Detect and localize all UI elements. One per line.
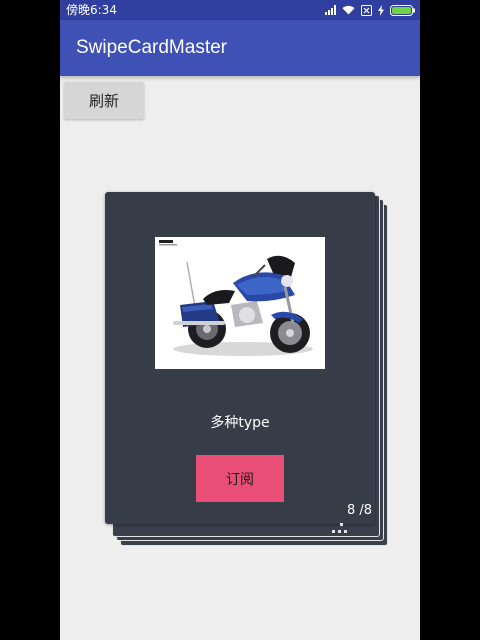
swipe-card[interactable]: 多种type 订阅	[105, 192, 375, 524]
sim-icon	[361, 4, 372, 16]
app-title: SwipeCardMaster	[76, 37, 227, 58]
wifi-icon	[342, 5, 355, 15]
motorcycle-image	[155, 237, 325, 369]
charging-icon	[378, 4, 384, 16]
status-icons	[325, 3, 416, 17]
signal-icon	[325, 5, 336, 15]
counter-ghost-text	[332, 520, 352, 536]
subscribe-button[interactable]: 订阅	[196, 455, 284, 502]
card-caption: 多种type	[210, 415, 270, 431]
status-bar: 傍晚6:34	[60, 0, 420, 20]
refresh-button[interactable]: 刷新	[64, 82, 144, 119]
page-counter: 8 /8	[347, 503, 373, 518]
battery-icon	[390, 4, 415, 16]
app-bar: SwipeCardMaster	[60, 20, 420, 76]
app-screen: 傍晚6:34 SwipeCardMaster 刷新 多种type 订阅 8 /8	[60, 0, 420, 640]
status-time: 傍晚6:34	[66, 3, 117, 17]
